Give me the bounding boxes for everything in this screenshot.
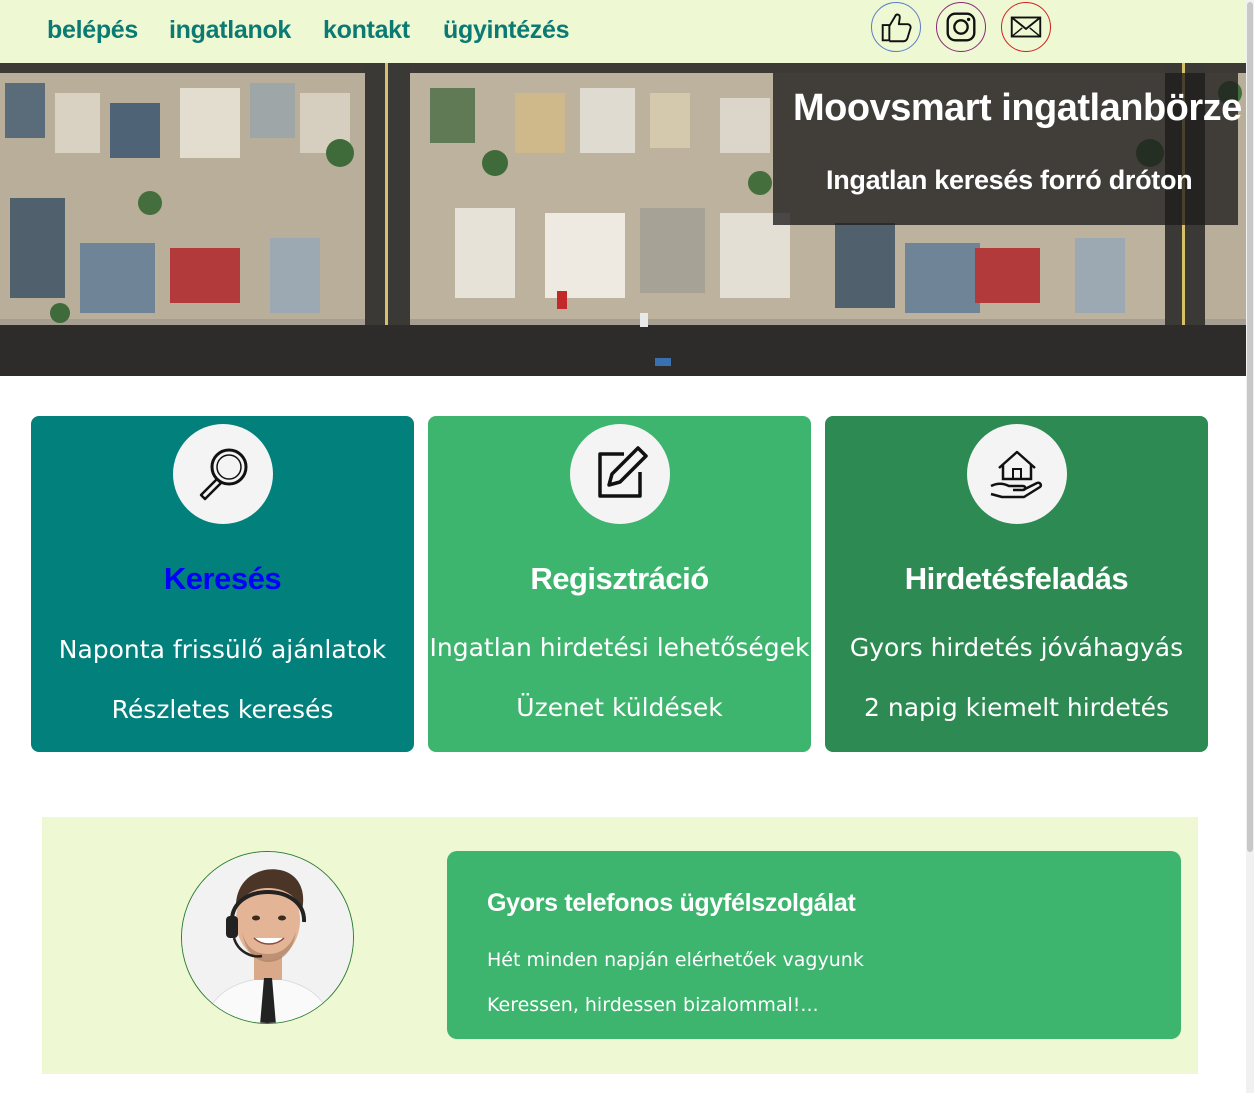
support-line-trust: Keressen, hirdessen bizalommal!... <box>487 994 819 1016</box>
support-title: Gyors telefonos ügyfélszolgálat <box>487 889 856 917</box>
nav-link-login[interactable]: belépés <box>47 16 138 45</box>
page-scrollbar[interactable] <box>1246 0 1254 1093</box>
registration-card-title[interactable]: Regisztráció <box>428 561 811 597</box>
card-icon-circle <box>966 424 1067 524</box>
hero-title: Moovsmart ingatlanbörze <box>793 87 1242 129</box>
instagram-icon <box>946 12 976 42</box>
search-card-line-2: Részletes keresés <box>111 695 334 724</box>
registration-card-line-2: Üzenet küldések <box>516 693 723 722</box>
advertise-card[interactable]: Hirdetésfeladás Gyors hirdetés jóváhagyá… <box>825 416 1208 752</box>
scrollbar-thumb[interactable] <box>1247 2 1253 852</box>
instagram-button[interactable] <box>936 2 986 52</box>
search-card-line-1: Naponta frissülő ajánlatok <box>58 635 387 664</box>
hero-subtitle: Ingatlan keresés forró dróton <box>826 165 1193 195</box>
nav-link-administration[interactable]: ügyintézés <box>443 16 570 45</box>
house-in-hand-icon <box>989 450 1042 499</box>
advertise-card-line-1: Gyors hirdetés jóváhagyás <box>849 633 1184 662</box>
card-icon-circle <box>569 424 670 524</box>
magnifier-icon <box>199 448 247 501</box>
card-icon-circle <box>172 424 273 524</box>
support-info-card: Gyors telefonos ügyfélszolgálat Hét mind… <box>447 851 1181 1039</box>
hero-banner: Moovsmart ingatlanbörze Ingatlan keresés… <box>0 63 1246 376</box>
email-button[interactable] <box>1001 2 1051 52</box>
advertise-card-line-2: 2 napig kiemelt hirdetés <box>864 693 1169 722</box>
support-agent-avatar <box>181 851 354 1024</box>
thumbs-up-icon <box>881 13 912 43</box>
search-card[interactable]: Keresés Naponta frissülő ajánlatok Részl… <box>31 416 414 752</box>
facebook-like-button[interactable] <box>871 2 921 52</box>
support-line-availability: Hét minden napján elérhetőek vagyunk <box>487 949 864 971</box>
support-agent-photo <box>182 852 353 1023</box>
advertise-card-title[interactable]: Hirdetésfeladás <box>825 561 1208 597</box>
registration-card-line-1: Ingatlan hirdetési lehetőségek <box>429 633 810 662</box>
nav-link-contact[interactable]: kontakt <box>323 16 410 45</box>
mail-icon <box>1010 16 1042 38</box>
top-nav: belépés ingatlanok kontakt ügyintézés <box>0 0 1246 63</box>
customer-support-section: Gyors telefonos ügyfélszolgálat Hét mind… <box>42 817 1198 1074</box>
hero-caption: Moovsmart ingatlanbörze Ingatlan keresés… <box>773 73 1242 225</box>
edit-icon <box>597 446 648 498</box>
nav-link-properties[interactable]: ingatlanok <box>169 16 291 45</box>
search-card-title[interactable]: Keresés <box>31 561 414 597</box>
registration-card[interactable]: Regisztráció Ingatlan hirdetési lehetősé… <box>428 416 811 752</box>
